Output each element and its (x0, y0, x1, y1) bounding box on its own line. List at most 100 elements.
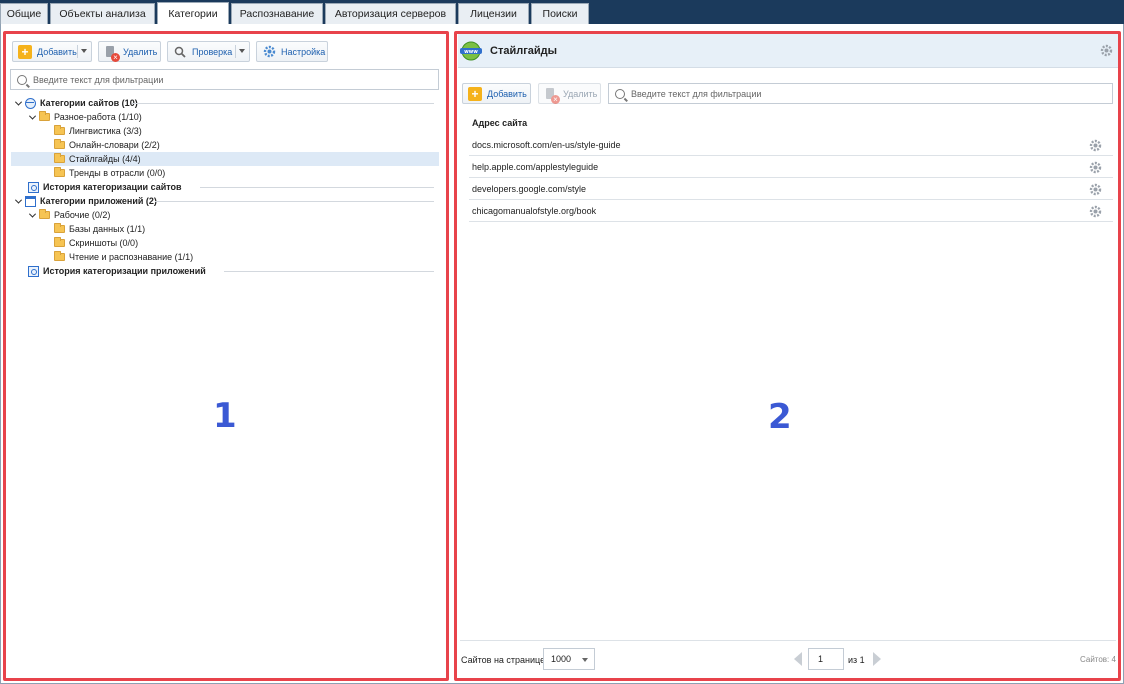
annotation-number-right: 2 (768, 397, 792, 437)
page-count-label: из 1 (848, 655, 865, 665)
site-url: developers.google.com/style (472, 183, 587, 194)
chevron-down-icon[interactable] (28, 211, 36, 219)
split-separator (235, 45, 236, 58)
tree-item-label: Онлайн-словари (2/2) (69, 140, 160, 150)
magnifier-icon (173, 45, 187, 59)
plus-icon: + (468, 86, 482, 101)
chevron-down-icon[interactable] (81, 49, 87, 53)
per-page-select[interactable]: 1000 (543, 648, 595, 670)
content-area (0, 24, 1124, 684)
tab-recognition[interactable]: Распознавание (231, 3, 323, 24)
tree-item-app-categories[interactable]: Категории приложений (2) (14, 194, 157, 208)
add-button[interactable]: + Добавить (12, 41, 92, 62)
right-filter-input[interactable]: Введите текст для фильтрации (608, 83, 1113, 104)
tree-item-screenshots[interactable]: Скриншоты (0/0) (54, 236, 138, 250)
tree-item-label: Стайлгайды (4/4) (69, 154, 141, 164)
folder-icon (54, 223, 65, 233)
history-icon (28, 265, 39, 277)
site-url: help.apple.com/applestyleguide (472, 161, 599, 172)
table-row[interactable]: docs.microsoft.com/en-us/style-guide (469, 134, 1113, 156)
gear-icon[interactable] (1089, 183, 1102, 196)
folder-icon (54, 167, 65, 177)
tree-item-working[interactable]: Рабочие (0/2) (28, 208, 110, 222)
split-separator (77, 45, 78, 58)
app-icon (25, 195, 36, 207)
site-url: chicagomanualofstyle.org/book (472, 205, 597, 216)
footer-divider (460, 640, 1116, 641)
tree-item-site-categories[interactable]: Категории сайтов (10) (14, 96, 138, 110)
gear-icon[interactable] (1089, 161, 1102, 174)
right-panel-title: Стайлгайды (490, 45, 558, 57)
tab-searches[interactable]: Поиски (531, 3, 589, 24)
gear-icon[interactable] (1089, 139, 1102, 152)
tab-server-auth[interactable]: Авторизация серверов (325, 3, 456, 24)
chevron-down-icon (582, 658, 588, 662)
tree-item-label: Лингвистика (3/3) (69, 126, 142, 136)
add-button-label: Добавить (37, 46, 77, 57)
delete-button-label: Удалить (123, 46, 158, 57)
tree-item-misc-work[interactable]: Разное-работа (1/10) (28, 110, 142, 124)
divider (155, 201, 434, 202)
table-row[interactable]: chicagomanualofstyle.org/book (469, 200, 1113, 222)
gear-icon (262, 45, 276, 59)
gear-icon[interactable] (1100, 44, 1113, 57)
chevron-down-icon[interactable] (14, 99, 22, 107)
tab-categories[interactable]: Категории (157, 2, 229, 24)
page-number-input[interactable]: 1 (808, 648, 844, 670)
table-row[interactable]: help.apple.com/applestyleguide (469, 156, 1113, 178)
per-page-value: 1000 (551, 654, 572, 664)
tree-item-databases[interactable]: Базы данных (1/1) (54, 222, 145, 236)
tree-item-linguistics[interactable]: Лингвистика (3/3) (54, 124, 142, 138)
tree-item-label: Тренды в отрасли (0/0) (69, 168, 166, 178)
svg-text:www: www (464, 49, 478, 55)
tree-item-label: Базы данных (1/1) (69, 224, 146, 234)
table-row[interactable]: developers.google.com/style (469, 178, 1113, 200)
folder-icon (54, 125, 65, 135)
chevron-down-icon[interactable] (239, 49, 245, 53)
left-filter-input[interactable]: Введите текст для фильтрации (10, 69, 439, 90)
add-site-button-label: Добавить (487, 88, 527, 99)
tab-analysis-objects[interactable]: Объекты анализа (50, 3, 155, 24)
page-number-value: 1 (818, 654, 824, 664)
plus-icon: + (18, 44, 32, 59)
chevron-down-icon[interactable] (28, 113, 36, 121)
tree-item-label: Разное-работа (1/10) (54, 112, 142, 122)
delete-icon (104, 45, 120, 62)
divider (200, 187, 434, 188)
tree-item-app-history[interactable]: История категоризации приложений (28, 264, 206, 278)
column-header-url: Адрес сайта (472, 118, 528, 128)
prev-page-icon[interactable] (794, 652, 802, 666)
folder-icon (54, 139, 65, 149)
folder-icon (54, 251, 65, 261)
tree-item-label: Категории сайтов (10) (40, 98, 138, 108)
tree-item-reading-recognition[interactable]: Чтение и распознавание (1/1) (54, 250, 193, 264)
tree-item-site-history[interactable]: История категоризации сайтов (28, 180, 182, 194)
search-icon (17, 74, 27, 85)
tab-licenses[interactable]: Лицензии (458, 3, 529, 24)
delete-button[interactable]: Удалить (98, 41, 161, 62)
folder-icon (39, 209, 50, 219)
globe-icon (25, 97, 36, 109)
settings-button[interactable]: Настройка (256, 41, 328, 62)
check-button[interactable]: Проверка (167, 41, 250, 62)
chevron-down-icon[interactable] (14, 197, 22, 205)
per-page-label: Сайтов на странице (461, 655, 546, 665)
next-page-icon[interactable] (873, 652, 881, 666)
history-icon (28, 181, 39, 193)
tree-item-industry-trends[interactable]: Тренды в отрасли (0/0) (54, 166, 165, 180)
total-sites-label: Сайтов: 4 (1080, 655, 1116, 664)
search-icon (615, 88, 625, 99)
tree-item-label: Рабочие (0/2) (54, 210, 111, 220)
tree-item-label: История категоризации приложений (43, 266, 206, 276)
folder-icon (39, 111, 50, 121)
delete-icon (544, 87, 560, 104)
annotation-number-left: 1 (213, 396, 237, 436)
tab-general[interactable]: Общие (0, 3, 48, 24)
gear-icon[interactable] (1089, 205, 1102, 218)
tree-item-online-dictionaries[interactable]: Онлайн-словари (2/2) (54, 138, 160, 152)
add-site-button[interactable]: + Добавить (462, 83, 531, 104)
delete-site-button-label: Удалить (563, 88, 598, 99)
delete-site-button[interactable]: Удалить (538, 83, 601, 104)
divider (132, 103, 434, 104)
tree-item-styleguides[interactable]: Стайлгайды (4/4) (11, 152, 439, 166)
